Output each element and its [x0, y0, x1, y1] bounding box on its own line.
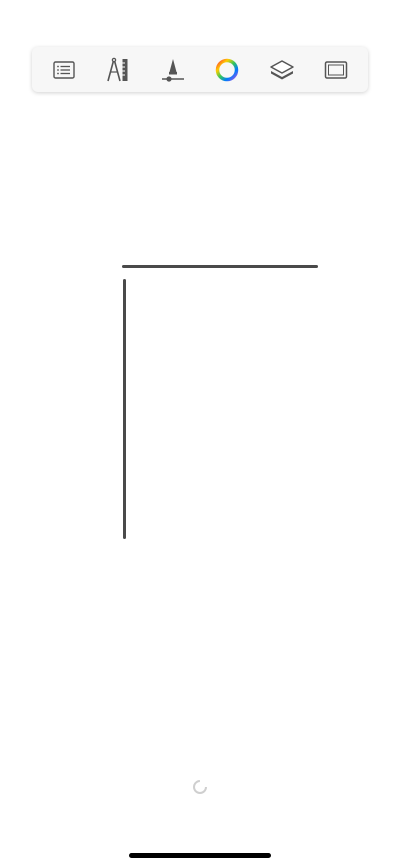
layers-icon — [269, 59, 294, 79]
drawn-stroke-vertical — [123, 279, 126, 539]
brush-size-icon — [161, 58, 184, 82]
toolbar — [32, 47, 368, 92]
canvas-frame-icon — [324, 60, 348, 79]
drawing-app-screen — [0, 0, 400, 866]
ruler-compass-icon — [107, 57, 128, 81]
color-picker-button[interactable] — [211, 54, 243, 86]
home-indicator[interactable] — [129, 853, 271, 858]
brush-size-button[interactable] — [157, 54, 189, 86]
drawn-stroke-horizontal — [122, 265, 318, 268]
canvas-frame-button[interactable] — [320, 54, 352, 86]
list-icon — [53, 60, 75, 79]
color-wheel-icon — [215, 58, 239, 81]
layers-button[interactable] — [266, 54, 298, 86]
spinner-icon — [193, 780, 207, 794]
list-button[interactable] — [48, 54, 80, 86]
ruler-compass-button[interactable] — [102, 54, 134, 86]
